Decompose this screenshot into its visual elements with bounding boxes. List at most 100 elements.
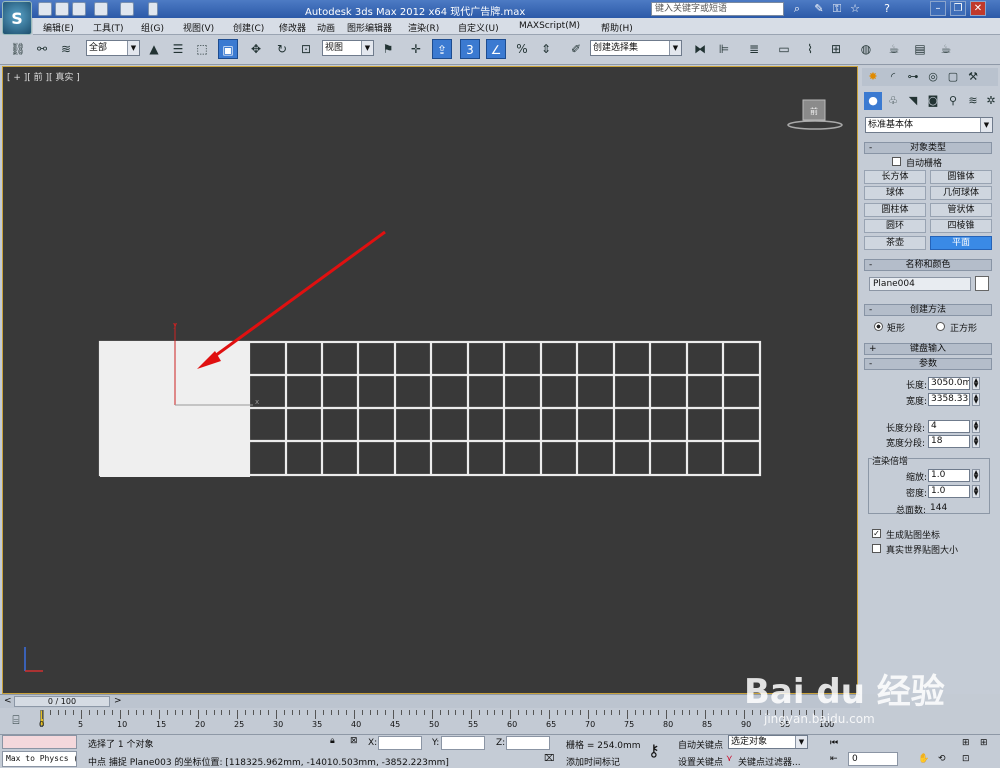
menu-edit[interactable]: 编辑(E) xyxy=(43,21,74,34)
space-warps-icon[interactable]: ≋ xyxy=(964,92,982,110)
named-selection-dropdown[interactable]: 创建选择集 ▼ xyxy=(590,40,682,56)
set-key-icon[interactable]: ⚷ xyxy=(648,741,660,760)
menu-create[interactable]: 创建(C) xyxy=(233,21,264,34)
schematic-view-icon[interactable]: ⊞ xyxy=(826,39,846,59)
layer-manager-icon[interactable]: ≣ xyxy=(744,39,764,59)
restore-button[interactable]: ❐ xyxy=(950,1,966,16)
cone-button[interactable]: 圆锥体 xyxy=(930,170,992,184)
length-input[interactable]: 3050.0mm xyxy=(928,377,970,390)
utilities-tab-icon[interactable]: ⚒ xyxy=(964,68,982,86)
snap-toggle-button[interactable]: 3 xyxy=(460,39,480,59)
tube-button[interactable]: 管状体 xyxy=(930,203,992,217)
width-input[interactable]: 3358.331 xyxy=(928,393,970,406)
parameters-rollout[interactable]: - 参数 xyxy=(864,358,992,370)
key-filters-button[interactable]: 关键点过滤器... xyxy=(738,755,801,768)
autogrid-checkbox[interactable] xyxy=(892,157,901,166)
absolute-mode-icon[interactable]: ⊠ xyxy=(350,736,358,746)
object-type-rollout[interactable]: - 对象类型 xyxy=(864,142,992,154)
unlink-icon[interactable]: ⚯ xyxy=(32,39,52,59)
width-segs-input[interactable]: 18 xyxy=(928,435,970,448)
pan-icon[interactable]: ✋ xyxy=(918,754,929,764)
select-object-icon[interactable]: ▲ xyxy=(144,39,164,59)
cylinder-button[interactable]: 圆柱体 xyxy=(864,203,926,217)
move-icon[interactable]: ✥ xyxy=(246,39,266,59)
name-color-rollout[interactable]: - 名称和颜色 xyxy=(864,259,992,271)
menu-views[interactable]: 视图(V) xyxy=(183,21,214,34)
binoculars-icon[interactable]: ⌕ xyxy=(790,2,804,16)
keyboard-shortcut-icon[interactable]: ⇪ xyxy=(432,39,452,59)
window-crossing-icon[interactable]: ▣ xyxy=(218,39,238,59)
sphere-button[interactable]: 球体 xyxy=(864,186,926,200)
menu-group[interactable]: 组(G) xyxy=(141,21,164,34)
scale-spinner-icon[interactable]: ▲ ▼ xyxy=(972,469,980,482)
search-input[interactable]: 键入关键字或短语 xyxy=(651,2,784,16)
lights-icon[interactable]: ◥ xyxy=(904,92,922,110)
z-coord-input[interactable] xyxy=(506,736,550,750)
teapot-button[interactable]: 茶壶 xyxy=(864,236,926,250)
new-file-icon[interactable] xyxy=(38,2,52,16)
bind-space-warp-icon[interactable]: ≋ xyxy=(56,39,76,59)
mini-curve-editor-icon[interactable]: ⌸ xyxy=(6,711,26,729)
plane-button[interactable]: 平面 xyxy=(930,236,992,250)
length-segs-input[interactable]: 4 xyxy=(928,420,970,433)
curve-editor-icon[interactable]: ⌇ xyxy=(800,39,820,59)
menu-graph-editors[interactable]: 图形编辑器 xyxy=(347,21,392,34)
lock-icon[interactable]: 🔒︎ xyxy=(330,736,335,746)
object-name-input[interactable]: Plane004 xyxy=(869,277,971,291)
menu-customize[interactable]: 自定义(U) xyxy=(458,21,499,34)
torus-button[interactable]: 圆环 xyxy=(864,219,926,233)
viewcube[interactable]: 前 xyxy=(787,99,843,130)
key-mode-icon[interactable]: ⇤ xyxy=(830,754,838,764)
help-icon[interactable]: ? xyxy=(880,2,894,16)
app-logo[interactable]: S xyxy=(2,1,32,35)
density-spinner-icon[interactable]: ▲ ▼ xyxy=(972,485,980,498)
length-segs-spinner-icon[interactable]: ▲ ▼ xyxy=(972,420,980,433)
modify-tab-icon[interactable]: ◜ xyxy=(884,68,902,86)
category-dropdown[interactable]: 标准基本体 ▼ xyxy=(865,117,993,133)
spinner-snap-icon[interactable]: ⇕ xyxy=(536,39,556,59)
creation-method-rollout[interactable]: - 创建方法 xyxy=(864,304,992,316)
align-icon[interactable]: ⊫ xyxy=(714,39,734,59)
orbit-icon[interactable]: ⟲ xyxy=(938,754,946,764)
open-file-icon[interactable] xyxy=(55,2,69,16)
prev-frame-icon[interactable]: < xyxy=(4,696,12,706)
menu-modifiers[interactable]: 修改器 xyxy=(279,21,306,34)
close-button[interactable]: ✕ xyxy=(970,1,986,16)
menu-animation[interactable]: 动画 xyxy=(317,21,335,34)
keyboard-entry-rollout[interactable]: + 键盘输入 xyxy=(864,343,992,355)
geosphere-button[interactable]: 几何球体 xyxy=(930,186,992,200)
minimize-button[interactable]: – xyxy=(930,1,946,16)
link-icon[interactable]: ⛓ xyxy=(8,39,28,59)
rect-selection-icon[interactable]: ⬚ xyxy=(192,39,212,59)
menu-help[interactable]: 帮助(H) xyxy=(601,21,633,34)
save-file-icon[interactable] xyxy=(72,2,86,16)
ref-coord-dropdown[interactable]: 视图 ▼ xyxy=(322,40,374,56)
render-frame-icon[interactable]: ▤ xyxy=(910,39,930,59)
ribbon-icon[interactable]: ▭ xyxy=(774,39,794,59)
y-coord-input[interactable] xyxy=(441,736,485,750)
percent-snap-button[interactable]: % xyxy=(512,39,532,59)
tools-icon[interactable]: ✎ xyxy=(812,2,826,16)
shapes-icon[interactable]: ♧ xyxy=(884,92,902,110)
track-bar[interactable]: ⌸ 0 5 10 15 20 25 30 35 40 45 50 55 60 65 70 75 80 85 90 95… xyxy=(0,708,860,734)
set-key-button[interactable]: 设置关键点 xyxy=(678,755,723,768)
zoom-extents-all-icon[interactable]: ⊞ xyxy=(980,738,988,748)
key-icon[interactable]: ⚿ xyxy=(830,2,844,16)
cameras-icon[interactable]: ◙ xyxy=(924,92,942,110)
pyramid-button[interactable]: 四棱锥 xyxy=(930,219,992,233)
menu-tools[interactable]: 工具(T) xyxy=(93,21,124,34)
width-spinner-icon[interactable]: ▲ ▼ xyxy=(972,393,980,406)
current-frame-input[interactable]: 0 xyxy=(848,752,898,766)
selection-filter-dropdown[interactable]: 全部 ▼ xyxy=(86,40,140,56)
x-coord-input[interactable] xyxy=(378,736,422,750)
goto-start-icon[interactable]: ⏮ xyxy=(830,738,838,748)
hierarchy-tab-icon[interactable]: ⊶ xyxy=(904,68,922,86)
time-slider-thumb[interactable]: 0 / 100 xyxy=(14,696,110,707)
rectangle-radio[interactable] xyxy=(874,322,883,331)
menu-maxscript[interactable]: MAXScript(M) xyxy=(519,21,580,31)
motion-tab-icon[interactable]: ◎ xyxy=(924,68,942,86)
star-icon[interactable]: ☆ xyxy=(848,2,862,16)
time-slider[interactable]: < 0 / 100 > xyxy=(0,694,860,708)
maxscript-listener-line[interactable]: Max to Physcs ( xyxy=(2,751,77,767)
material-editor-icon[interactable]: ◍ xyxy=(856,39,876,59)
